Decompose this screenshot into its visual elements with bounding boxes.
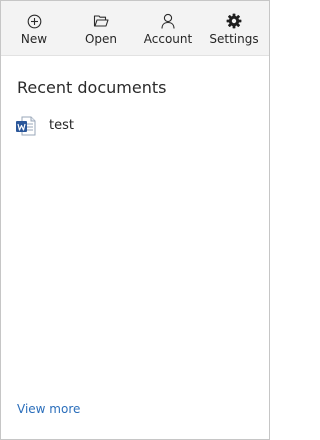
open-button[interactable]: Open [80,1,122,55]
plus-circle-icon [25,12,43,30]
open-label: Open [84,32,118,46]
settings-button[interactable]: Settings [207,1,261,55]
document-name: test [49,118,74,133]
new-label: New [20,32,48,46]
folder-open-icon [92,12,110,30]
view-more-link[interactable]: View more [17,402,80,416]
top-toolbar: New Open Account Settings [1,1,269,56]
person-icon [159,12,177,30]
gear-icon [225,12,243,30]
new-button[interactable]: New [15,1,53,55]
app-panel: New Open Account Settings Recent documen… [0,0,270,440]
account-label: Account [143,32,193,46]
word-document-icon [15,115,37,137]
account-button[interactable]: Account [141,1,195,55]
recent-documents-heading: Recent documents [17,78,167,97]
settings-label: Settings [209,32,259,46]
recent-document-item[interactable]: test [15,114,215,138]
